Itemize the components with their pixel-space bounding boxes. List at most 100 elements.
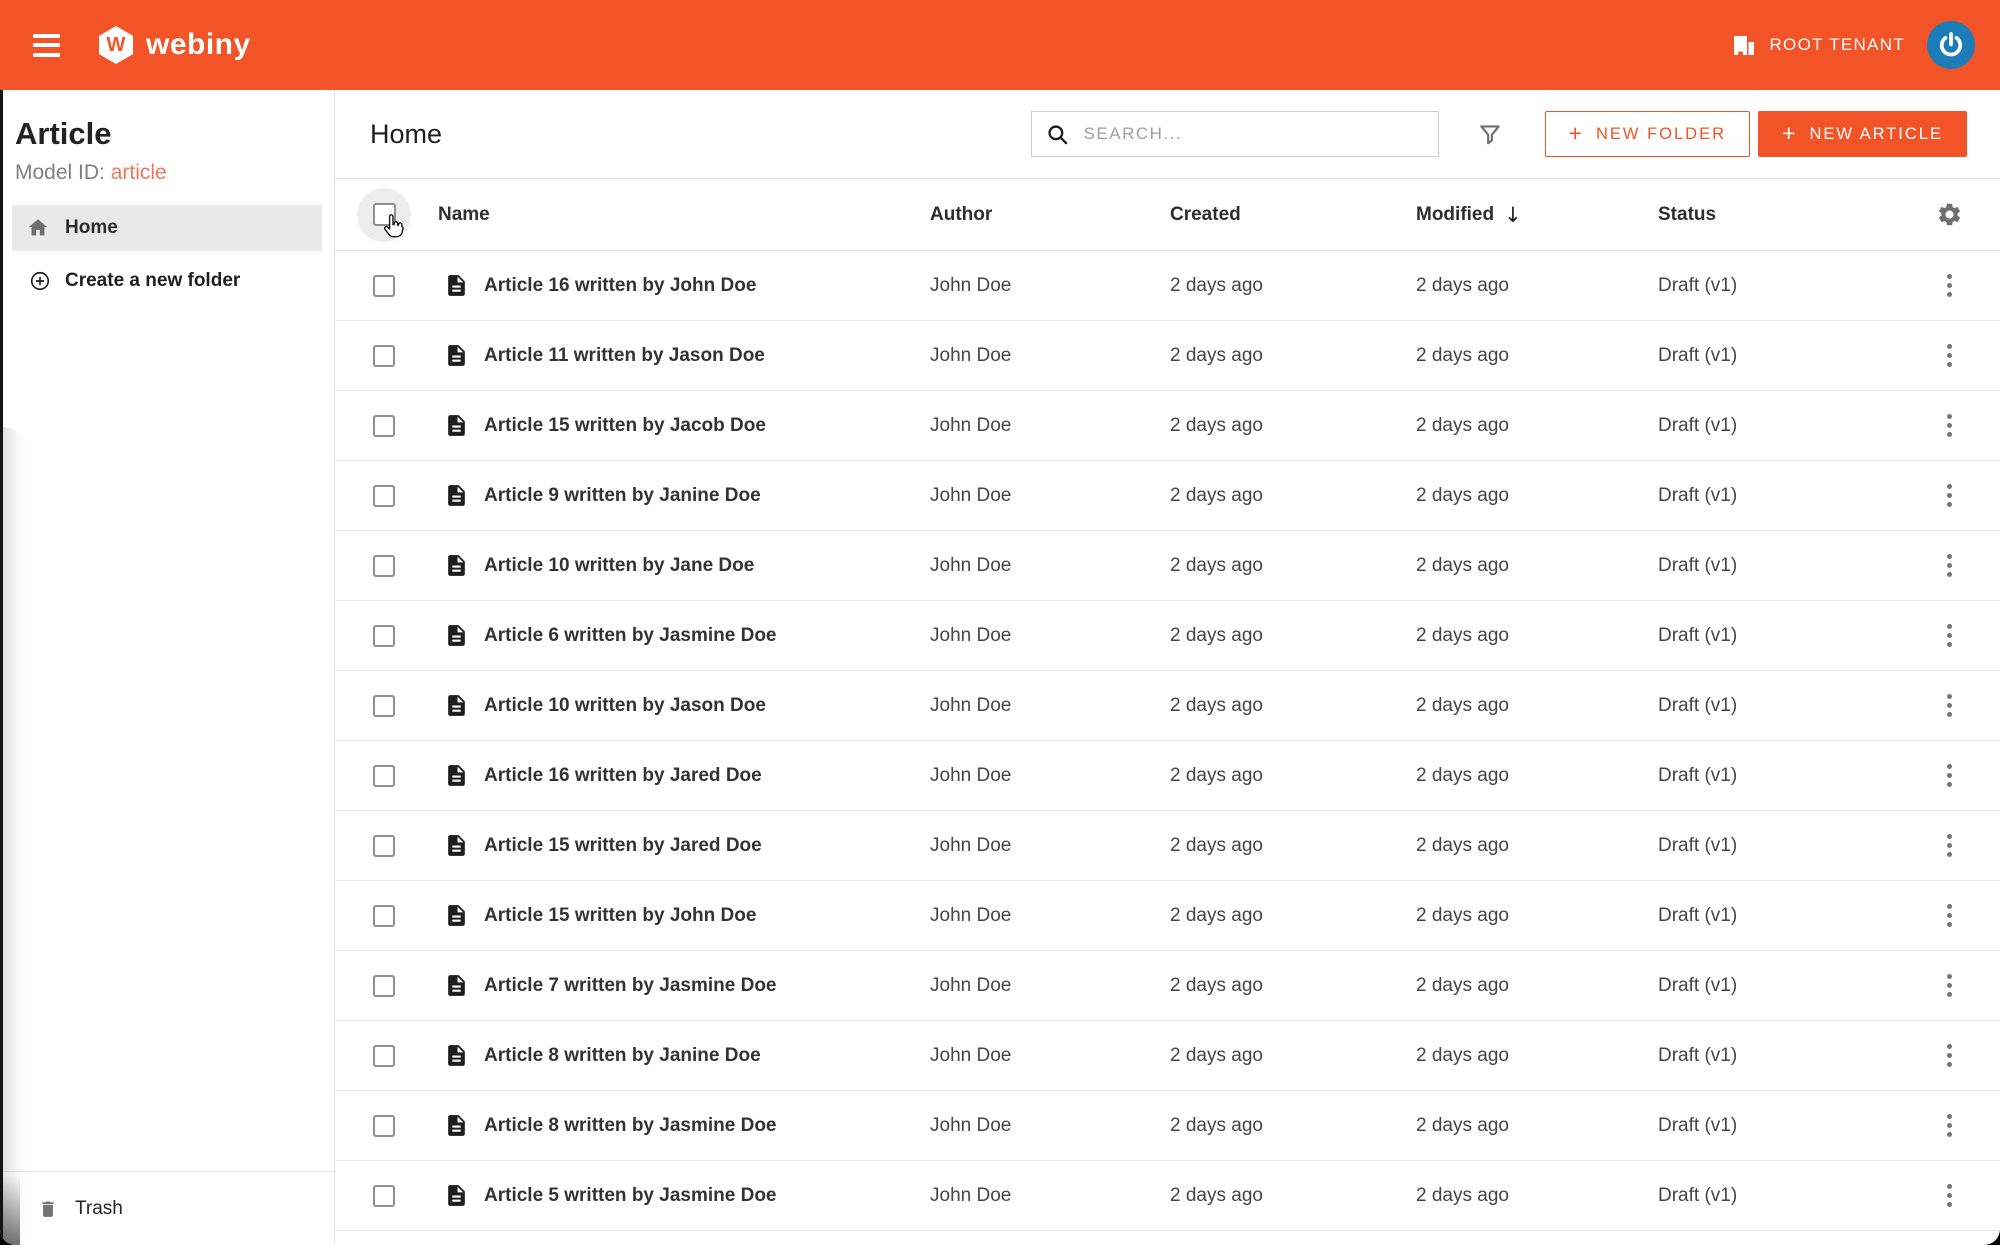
- entry-author: John Doe: [930, 624, 1012, 646]
- document-icon: [444, 1041, 469, 1070]
- create-folder-button[interactable]: Create a new folder: [12, 259, 322, 303]
- row-actions-menu[interactable]: [1941, 338, 1958, 373]
- row-checkbox[interactable]: [373, 764, 395, 787]
- table-row[interactable]: Article 7 written by Jasmine Doe John Do…: [335, 951, 2000, 1021]
- search-box: [1030, 111, 1439, 157]
- table-row[interactable]: Article 10 written by Jason Doe John Doe…: [335, 671, 2000, 741]
- modified-label: Modified: [1416, 203, 1495, 225]
- entry-modified: 2 days ago: [1416, 554, 1509, 576]
- tenant-selector[interactable]: ROOT TENANT: [1732, 34, 1905, 56]
- table-row[interactable]: Article 15 written by Jacob Doe John Doe…: [335, 391, 2000, 461]
- document-icon: [444, 901, 469, 930]
- menu-icon[interactable]: [33, 33, 60, 57]
- trash-button[interactable]: Trash: [0, 1171, 334, 1245]
- row-actions-menu[interactable]: [1941, 268, 1958, 303]
- sidebar-item-home[interactable]: Home: [12, 205, 322, 251]
- document-icon: [444, 271, 469, 300]
- entry-name: Article 15 written by Jared Doe: [484, 834, 762, 856]
- entry-created: 2 days ago: [1170, 904, 1263, 926]
- table-row[interactable]: Article 8 written by Janine Doe John Doe…: [335, 1021, 2000, 1091]
- row-checkbox[interactable]: [373, 344, 395, 367]
- entry-modified: 2 days ago: [1416, 764, 1509, 786]
- entry-author: John Doe: [930, 694, 1012, 716]
- entry-created: 2 days ago: [1170, 1184, 1263, 1206]
- document-icon: [444, 411, 469, 440]
- content-header: Home + NEW FOLDER: [335, 90, 2000, 179]
- plus-icon: +: [1782, 119, 1798, 146]
- document-icon: [444, 1111, 469, 1140]
- row-actions-menu[interactable]: [1941, 408, 1958, 443]
- entry-name: Article 11 written by Jason Doe: [484, 344, 765, 366]
- row-actions-menu[interactable]: [1941, 828, 1958, 863]
- entry-created: 2 days ago: [1170, 554, 1263, 576]
- model-id: Model ID: article: [15, 161, 319, 185]
- window-left-edge: [0, 90, 3, 1245]
- row-actions-menu[interactable]: [1941, 618, 1958, 653]
- column-header-created[interactable]: Created: [1170, 204, 1416, 226]
- entry-status: Draft (v1): [1658, 344, 1738, 366]
- sidebar-item-label: Home: [65, 217, 118, 238]
- sidebar: Article Model ID: article Home Create a …: [0, 90, 335, 1245]
- row-checkbox[interactable]: [373, 554, 395, 577]
- row-actions-menu[interactable]: [1941, 1178, 1958, 1213]
- row-checkbox[interactable]: [373, 1184, 395, 1207]
- search-input[interactable]: [1081, 123, 1424, 145]
- row-checkbox[interactable]: [373, 484, 395, 507]
- column-header-name[interactable]: Name: [433, 204, 930, 226]
- row-actions-menu[interactable]: [1941, 688, 1958, 723]
- row-actions-menu[interactable]: [1941, 1108, 1958, 1143]
- table-row[interactable]: Article 11 written by Jason Doe John Doe…: [335, 321, 2000, 391]
- table-row[interactable]: Article 10 written by Jane Doe John Doe …: [335, 531, 2000, 601]
- row-actions-menu[interactable]: [1941, 898, 1958, 933]
- row-checkbox[interactable]: [373, 834, 395, 857]
- table-row[interactable]: Article 9 written by Janine Doe John Doe…: [335, 461, 2000, 531]
- new-folder-button[interactable]: + NEW FOLDER: [1544, 111, 1750, 157]
- hand-cursor-icon: [381, 213, 405, 247]
- table-row[interactable]: Article 6 written by Jasmine Doe John Do…: [335, 601, 2000, 671]
- filter-button[interactable]: [1469, 113, 1511, 155]
- table-row[interactable]: Article 8 written by Jasmine Doe John Do…: [335, 1091, 2000, 1161]
- row-checkbox[interactable]: [373, 624, 395, 647]
- row-actions-menu[interactable]: [1941, 758, 1958, 793]
- entry-modified: 2 days ago: [1416, 344, 1509, 366]
- user-avatar[interactable]: [1927, 21, 1975, 69]
- row-checkbox[interactable]: [373, 414, 395, 437]
- brand-wordmark: webiny: [146, 28, 251, 61]
- table-row[interactable]: Article 16 written by John Doe John Doe …: [335, 251, 2000, 321]
- row-actions-menu[interactable]: [1941, 1038, 1958, 1073]
- model-id-label: Model ID:: [15, 161, 105, 184]
- row-checkbox[interactable]: [373, 1044, 395, 1067]
- table-row[interactable]: Article 15 written by John Doe John Doe …: [335, 881, 2000, 951]
- column-header-modified[interactable]: Modified ↓: [1416, 203, 1658, 227]
- row-checkbox[interactable]: [373, 694, 395, 717]
- document-icon: [444, 761, 469, 790]
- table-row[interactable]: Article 5 written by Jasmine Doe John Do…: [335, 1161, 2000, 1231]
- row-checkbox[interactable]: [373, 974, 395, 997]
- row-checkbox[interactable]: [373, 904, 395, 927]
- column-header-status[interactable]: Status: [1658, 204, 1898, 226]
- create-folder-label: Create a new folder: [65, 270, 241, 291]
- row-actions-menu[interactable]: [1941, 478, 1958, 513]
- gear-icon: [1938, 203, 1960, 226]
- table-row[interactable]: Article 15 written by Jared Doe John Doe…: [335, 811, 2000, 881]
- row-actions-menu[interactable]: [1941, 548, 1958, 583]
- entry-status: Draft (v1): [1658, 694, 1738, 716]
- entry-status: Draft (v1): [1658, 624, 1738, 646]
- column-header-author[interactable]: Author: [930, 204, 1170, 226]
- entry-name: Article 9 written by Janine Doe: [484, 484, 761, 506]
- new-article-button[interactable]: + NEW ARTICLE: [1758, 111, 1967, 157]
- plus-icon: +: [1568, 119, 1584, 146]
- column-settings-button[interactable]: [1898, 201, 2000, 228]
- building-icon: [1732, 34, 1756, 56]
- row-checkbox[interactable]: [373, 1114, 395, 1137]
- entry-author: John Doe: [930, 764, 1012, 786]
- entry-modified: 2 days ago: [1416, 274, 1509, 296]
- entry-created: 2 days ago: [1170, 834, 1263, 856]
- entry-author: John Doe: [930, 904, 1012, 926]
- table-row[interactable]: Article 16 written by Jared Doe John Doe…: [335, 741, 2000, 811]
- entry-name: Article 10 written by Jason Doe: [484, 694, 766, 716]
- circle-plus-icon: [29, 270, 51, 292]
- row-actions-menu[interactable]: [1941, 968, 1958, 1003]
- row-checkbox[interactable]: [373, 274, 395, 297]
- trash-icon: [38, 1198, 58, 1220]
